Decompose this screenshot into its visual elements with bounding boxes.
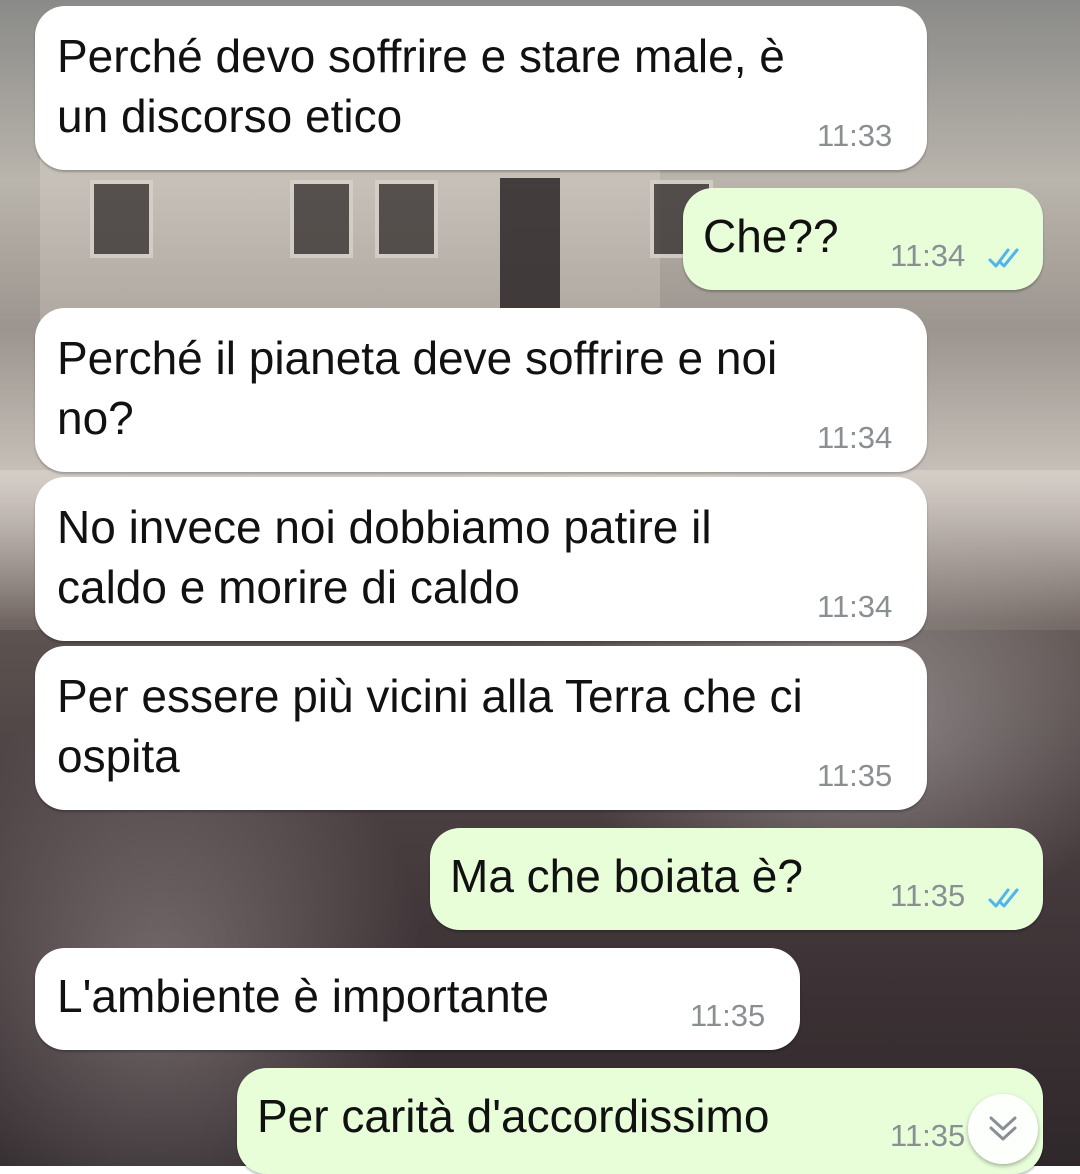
chevron-double-down-icon xyxy=(989,1116,1017,1141)
message-timestamp: 11:35 xyxy=(890,1118,966,1153)
message-bubble-incoming[interactable]: Perché il pianeta deve soffrire e noi no… xyxy=(35,308,927,472)
wallpaper-door xyxy=(500,178,560,313)
message-bubble-incoming[interactable]: No invece noi dobbiamo patire il caldo e… xyxy=(35,477,927,641)
message-text: Perché il pianeta deve soffrire e noi no… xyxy=(57,332,778,444)
message-text: Per carità d'accordissimo xyxy=(257,1090,770,1142)
read-double-check-icon xyxy=(988,248,1019,268)
message-timestamp: 11:35 xyxy=(690,998,766,1033)
message-text: Che?? xyxy=(703,210,839,262)
scroll-to-bottom-button[interactable] xyxy=(968,1094,1038,1164)
message-bubble-outgoing[interactable]: Che?? 11:34 xyxy=(683,188,1043,290)
wallpaper-window xyxy=(290,180,353,258)
message-text: No invece noi dobbiamo patire il caldo e… xyxy=(57,501,712,613)
message-text: L'ambiente è importante xyxy=(57,970,550,1022)
wallpaper-window xyxy=(90,180,153,258)
message-text: Perché devo soffrire e stare male, è un … xyxy=(57,30,785,142)
message-timestamp: 11:34 xyxy=(817,420,893,455)
wallpaper-window xyxy=(375,180,438,258)
message-bubble-outgoing[interactable]: Ma che boiata è? 11:35 xyxy=(430,828,1043,930)
message-timestamp: 11:35 xyxy=(817,758,893,793)
message-timestamp: 11:34 xyxy=(817,589,893,624)
read-double-check-icon xyxy=(988,888,1019,908)
message-text: Per essere più vicini alla Terra che ci … xyxy=(57,670,803,782)
message-timestamp: 11:33 xyxy=(817,118,893,153)
message-timestamp: 11:34 xyxy=(890,238,966,273)
message-bubble-incoming[interactable]: Perché devo soffrire e stare male, è un … xyxy=(35,6,927,170)
message-bubble-incoming[interactable]: L'ambiente è importante 11:35 xyxy=(35,948,800,1050)
message-timestamp: 11:35 xyxy=(890,878,966,913)
message-text: Ma che boiata è? xyxy=(450,850,803,902)
message-bubble-incoming[interactable]: Per essere più vicini alla Terra che ci … xyxy=(35,646,927,810)
message-bubble-outgoing[interactable]: Per carità d'accordissimo 11:35 xyxy=(237,1068,1043,1174)
